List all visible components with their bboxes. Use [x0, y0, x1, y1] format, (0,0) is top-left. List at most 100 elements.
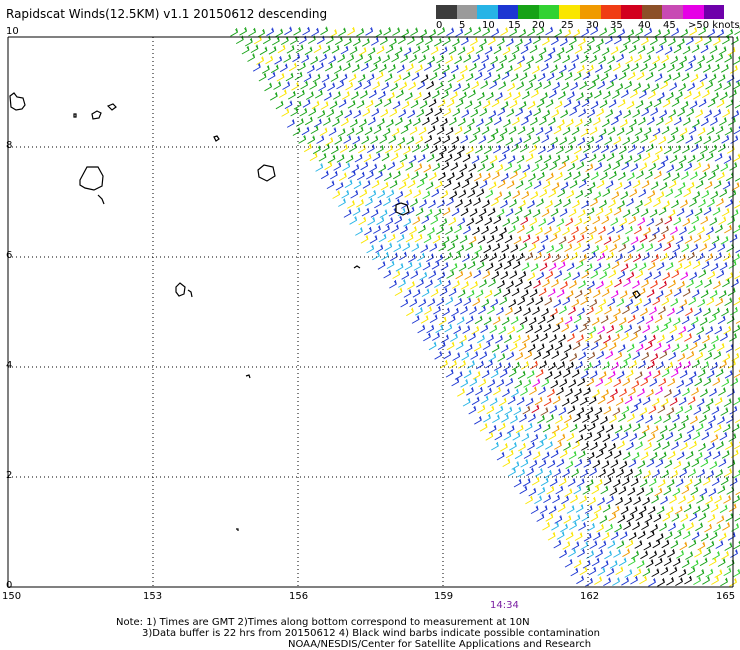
wind-barb [684, 575, 692, 585]
wind-barb [527, 441, 535, 451]
wind-barb [571, 298, 580, 308]
wind-barb [533, 107, 542, 117]
wind-barb [688, 371, 697, 380]
wind-barb [699, 145, 708, 154]
wind-barb [343, 209, 352, 218]
wind-barb [550, 136, 559, 146]
wind-barb [380, 181, 389, 191]
wind-barb [563, 344, 572, 353]
wind-barb [732, 568, 740, 578]
wind-barb [482, 100, 491, 109]
wind-barb [556, 386, 564, 396]
wind-barb [419, 172, 428, 182]
wind-barb [597, 153, 606, 163]
wind-barb [620, 431, 629, 440]
wind-barb [380, 108, 389, 118]
wind-barb [621, 236, 630, 245]
lat-lon-grid [7, 36, 734, 588]
wind-barb [356, 199, 364, 208]
wind-barb [471, 325, 480, 335]
wind-barb [375, 244, 384, 253]
wind-barb [606, 567, 615, 577]
wind-barb [648, 334, 656, 344]
wind-barb [445, 126, 454, 136]
wind-barb [550, 308, 558, 317]
wind-barb [705, 496, 713, 505]
wind-barb [590, 341, 599, 351]
wind-barb [654, 487, 663, 497]
wind-barb [595, 306, 603, 315]
wind-barb [636, 487, 645, 496]
wind-barb [433, 305, 441, 315]
wind-barb [686, 181, 695, 191]
wind-barb [685, 209, 694, 218]
wind-barb [656, 191, 665, 200]
wind-barb [363, 153, 372, 163]
wind-barb [609, 315, 618, 325]
wind-barb [715, 297, 724, 307]
wind-barb [468, 235, 477, 245]
wind-barb [710, 434, 719, 443]
wind-barb [408, 254, 416, 263]
wind-barb [375, 71, 384, 80]
wind-barb [630, 62, 639, 72]
wind-barb [502, 388, 510, 398]
wind-barb [443, 350, 452, 360]
wind-barb [496, 306, 504, 316]
wind-barb [696, 569, 705, 578]
wind-barb [676, 134, 685, 144]
wind-barb [668, 179, 677, 189]
wind-barb [419, 100, 428, 109]
wind-barb [647, 505, 656, 515]
wind-barb [433, 136, 442, 146]
wind-barb [529, 217, 538, 226]
wind-barb [485, 91, 494, 101]
wind-barb [622, 451, 631, 461]
wind-barb [626, 197, 634, 207]
wind-barb [544, 297, 553, 306]
wind-barb [566, 91, 575, 100]
wind-barb [279, 63, 288, 73]
wind-barb [474, 416, 482, 425]
wind-barb [728, 189, 737, 199]
wind-barb [685, 378, 694, 387]
wind-barb [593, 90, 602, 99]
wind-barb [692, 191, 701, 200]
wind-barb [597, 80, 606, 90]
wind-barb [703, 548, 711, 557]
wind-barb [547, 288, 556, 297]
wind-barb [454, 224, 462, 234]
wind-barb [645, 71, 654, 81]
wind-barb [677, 523, 685, 532]
wind-barb [501, 316, 510, 326]
wind-barb [627, 71, 636, 81]
wind-barb [629, 262, 638, 272]
wind-barb [395, 263, 404, 272]
wind-barb [466, 387, 474, 396]
wind-barb [734, 200, 740, 209]
wind-barb [622, 377, 631, 387]
wind-barb [498, 81, 507, 90]
wind-barb [457, 46, 466, 55]
wind-barb [612, 333, 620, 342]
wind-barb [467, 189, 476, 198]
wind-barb [619, 531, 628, 540]
wind-barb [608, 342, 617, 351]
wind-barb [639, 162, 648, 171]
wind-barb [647, 360, 655, 370]
wind-barb [452, 107, 461, 117]
wind-barb [554, 100, 563, 109]
wind-barb [336, 80, 345, 90]
wind-barb [664, 531, 673, 540]
wind-barb [508, 126, 517, 135]
wind-barb [642, 324, 651, 334]
wind-barb [692, 91, 701, 100]
wind-barb [686, 350, 695, 360]
wind-barb [345, 154, 354, 164]
wind-barb [725, 513, 734, 522]
wind-barb [400, 54, 409, 63]
wind-barb [579, 396, 588, 406]
wind-barb [557, 188, 566, 198]
wind-barb [310, 56, 319, 65]
wind-barb [661, 297, 670, 306]
